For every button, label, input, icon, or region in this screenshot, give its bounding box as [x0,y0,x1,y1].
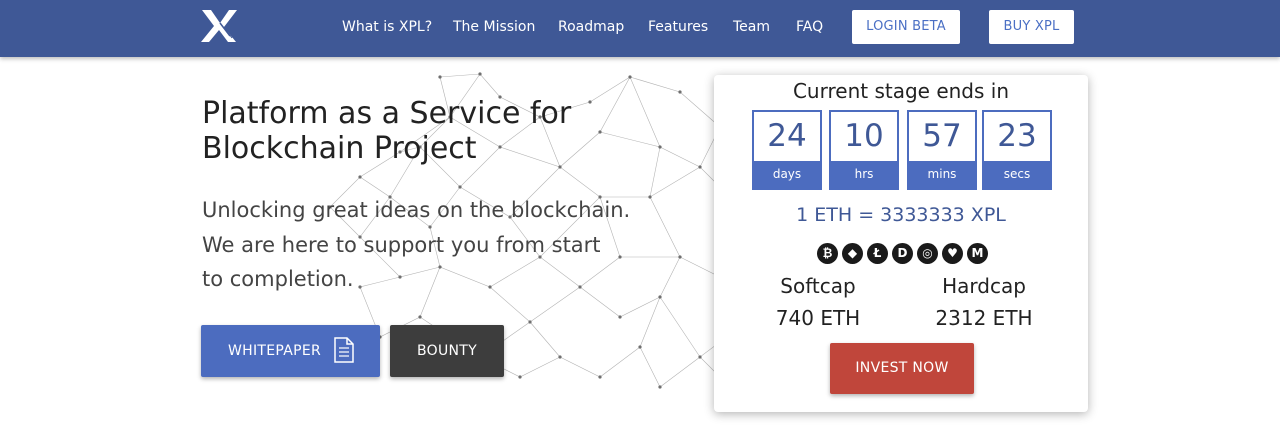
ethereum-icon: ◆ [842,243,863,264]
bounty-button[interactable]: BOUNTY [390,325,504,377]
hero-subtitle-line-2: We are here to support you from start [202,232,601,257]
hero-title-line-1: Platform as a Service for [202,96,572,131]
countdown-hours-value: 10 [844,118,884,154]
countdown-minutes-label: mins [909,161,975,188]
countdown-seconds-label: secs [984,161,1050,188]
nav-faq[interactable]: FAQ [796,0,823,55]
hero-title: Platform as a Service for Blockchain Pro… [202,96,622,166]
login-beta-button[interactable]: LOGIN BETA [852,10,960,44]
hero-subtitle-line-1: Unlocking great ideas on the blockchain. [202,198,631,222]
countdown-seconds: 23 secs [982,110,1052,190]
nav-what-is-xpl[interactable]: What is XPL? [342,0,432,55]
softcap-label: Softcap [780,274,856,298]
top-navbar: What is XPL? The Mission Roadmap Feature… [0,0,1280,57]
stage-title: Current stage ends in [792,79,1010,103]
hardcap-value: 2312 ETH [935,306,1033,330]
countdown-minutes-value: 57 [922,118,962,154]
invest-now-button[interactable]: INVEST NOW [830,343,974,394]
whitepaper-button[interactable]: WHITEPAPER [201,325,380,377]
monero-icon: M [967,243,988,264]
countdown-days-label: days [754,161,820,188]
countdown-days: 24 days [752,110,822,190]
hero-title-line-2: Blockchain Project [202,131,477,166]
xpl-logo[interactable] [200,8,238,44]
countdown-hours: 10 hrs [829,110,899,190]
token-sale-card: Current stage ends in 24 days 10 hrs 57 … [714,75,1088,412]
exchange-rate: 1 ETH = 3333333 XPL [796,204,1006,226]
countdown-minutes: 57 mins [907,110,977,190]
hero-subtitle-line-3: to completion. [202,267,354,291]
softcap-value: 740 ETH [775,306,861,330]
document-icon [334,337,354,363]
hero-subtitle: Unlocking great ideas on the blockchain.… [202,193,642,297]
dash-icon: D [892,243,913,264]
countdown-seconds-value: 23 [997,118,1037,154]
zcash-icon: ◎ [917,243,938,264]
nav-roadmap[interactable]: Roadmap [558,0,624,55]
nav-features[interactable]: Features [648,0,708,55]
hardcap-label: Hardcap [942,274,1026,298]
whitepaper-label: WHITEPAPER [228,343,322,359]
bitcoin-icon: ₿ [817,243,838,264]
nav-the-mission[interactable]: The Mission [453,0,535,55]
buy-xpl-button[interactable]: BUY XPL [989,10,1074,44]
countdown-hours-label: hrs [831,161,897,188]
ripple-icon: ♥ [942,243,963,264]
nav-team[interactable]: Team [733,0,770,55]
countdown-days-value: 24 [767,118,807,154]
litecoin-icon: Ł [867,243,888,264]
